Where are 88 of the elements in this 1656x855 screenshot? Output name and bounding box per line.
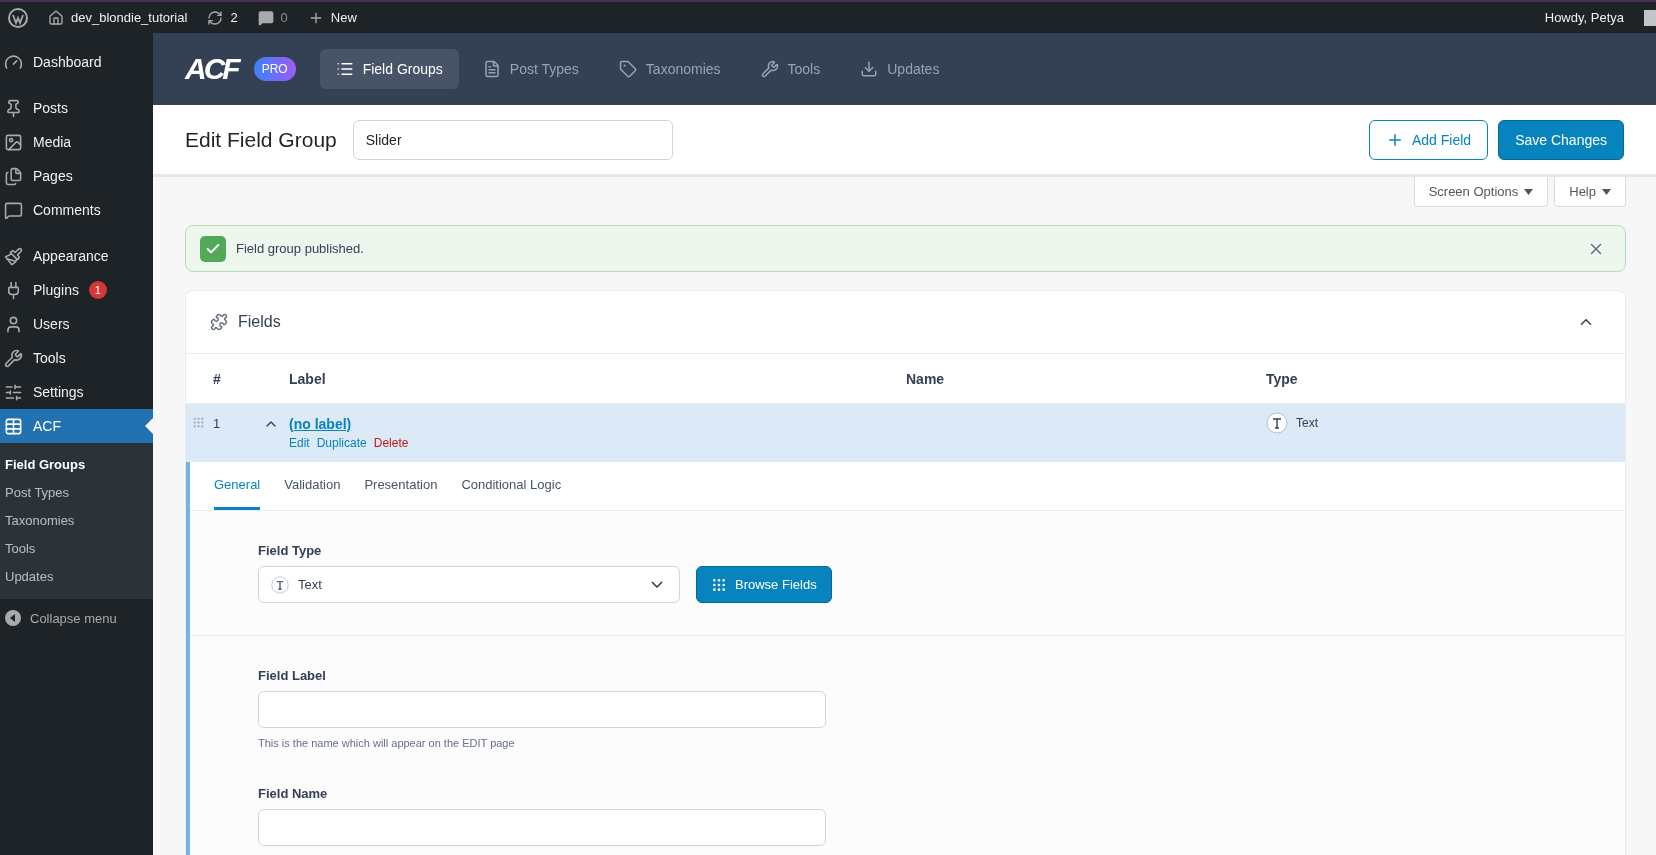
sidebar-menu-item[interactable]: Dashboard [0,45,153,79]
field-type: Text [1296,416,1318,430]
browse-fields-button[interactable]: Browse Fields [696,566,832,603]
field-instructions: This is the name which will appear on the EDIT page [258,737,516,749]
home-icon [48,9,64,26]
submenu-item[interactable]: Field Groups [0,451,153,479]
nav-tab[interactable]: Updates [844,49,956,89]
menu-item-icon [4,382,23,402]
wrench-icon [760,60,779,78]
pro-badge: PRO [253,57,296,81]
notice-message: Field group published. [236,241,364,256]
submenu-item[interactable]: Post Types [0,479,153,507]
collapse-icon [4,609,22,627]
menu-item-icon [4,166,23,186]
updates-link[interactable]: 2 [207,9,238,26]
acf-logo: ACF [185,52,238,86]
menu-item-icon [4,200,23,220]
menu-item-icon [4,416,23,436]
field-label: Field Type [258,543,323,558]
refresh-icon [207,9,224,26]
menu-item-icon [4,314,23,334]
page-title: Edit Field Group [185,127,337,152]
caret-icon [1524,188,1534,195]
menu-item-icon [4,348,23,368]
menu-item-icon [4,246,23,266]
settings-tab[interactable]: Presentation [364,462,438,510]
nav-tab[interactable]: Post Types [466,49,595,89]
sidebar-menu-item[interactable]: Pages [0,159,153,193]
download-icon [860,60,879,78]
save-changes-button[interactable]: Save Changes [1498,119,1624,160]
update-count-badge: 1 [88,281,107,299]
group-title-input[interactable]: Slider [352,119,673,160]
text-type-icon [1266,412,1288,434]
comment-icon [257,9,274,26]
sidebar-menu-item[interactable]: Plugins 1 [0,273,153,307]
sidebar-menu-item[interactable]: Settings [0,375,153,409]
field-type-select[interactable]: Text [258,566,680,603]
sidebar-menu-item[interactable]: Posts [0,91,153,125]
sidebar-menu-item[interactable]: Media [0,125,153,159]
field-name-input[interactable] [258,809,826,846]
field-label: Field Name [258,786,329,801]
document-icon [482,60,501,78]
card-title: Fields [238,313,281,331]
screen-meta-toggle[interactable]: Help [1554,177,1626,207]
column-header: Type [1266,370,1299,387]
add-field-button[interactable]: Add Field [1369,119,1489,160]
row-action-link[interactable]: Duplicate [316,436,367,450]
nav-tab[interactable]: Taxonomies [602,49,737,89]
submenu-item[interactable]: Updates [0,563,153,591]
column-header: Name [906,370,946,387]
wordpress-logo-icon[interactable] [8,7,28,28]
comments-link[interactable]: 0 [257,9,288,26]
field-row[interactable]: 1 (no label) Edit Duplicate Delete Text [186,404,1625,462]
new-content-link[interactable]: New [307,9,357,26]
menu-item-icon [4,52,23,72]
column-header: Label [289,370,327,387]
grid-icon [711,576,727,593]
menu-item-icon [4,98,23,118]
list-icon [335,60,354,78]
nav-tab[interactable]: Tools [744,49,837,89]
settings-tab[interactable]: Validation [284,462,341,510]
avatar-icon [1644,9,1656,26]
field-label-input[interactable] [258,691,826,728]
sidebar-menu-item[interactable]: Users [0,307,153,341]
user-greeting[interactable]: Howdy, Petya [1544,10,1624,25]
settings-tab[interactable]: Conditional Logic [461,462,562,510]
submenu-item[interactable]: Taxonomies [0,507,153,535]
caret-icon [1602,188,1611,195]
column-header: # [213,370,222,387]
field-number: 1 [213,416,222,433]
drag-handle-icon[interactable] [192,416,205,429]
text-type-icon [271,575,289,594]
field-label: Field Label [258,668,327,683]
puzzle-icon [210,313,228,331]
sidebar-menu-item[interactable]: Tools [0,341,153,375]
site-name-link[interactable]: dev_blondie_tutorial [48,9,188,26]
chevron-down-icon [651,581,663,588]
nav-tab[interactable]: Field Groups [319,49,459,89]
tag-icon [618,60,637,78]
menu-item-icon [4,132,23,152]
sidebar-menu-item[interactable]: Appearance [0,239,153,273]
submenu-item[interactable]: Tools [0,535,153,563]
check-icon [200,235,226,262]
row-action-link[interactable]: Delete [373,436,409,450]
screen-meta-toggle[interactable]: Screen Options [1413,177,1549,207]
sidebar-menu-item[interactable]: ACF [0,409,153,443]
sidebar-menu-item[interactable]: Comments [0,193,153,227]
collapse-menu-button[interactable]: Collapse menu [0,599,153,637]
